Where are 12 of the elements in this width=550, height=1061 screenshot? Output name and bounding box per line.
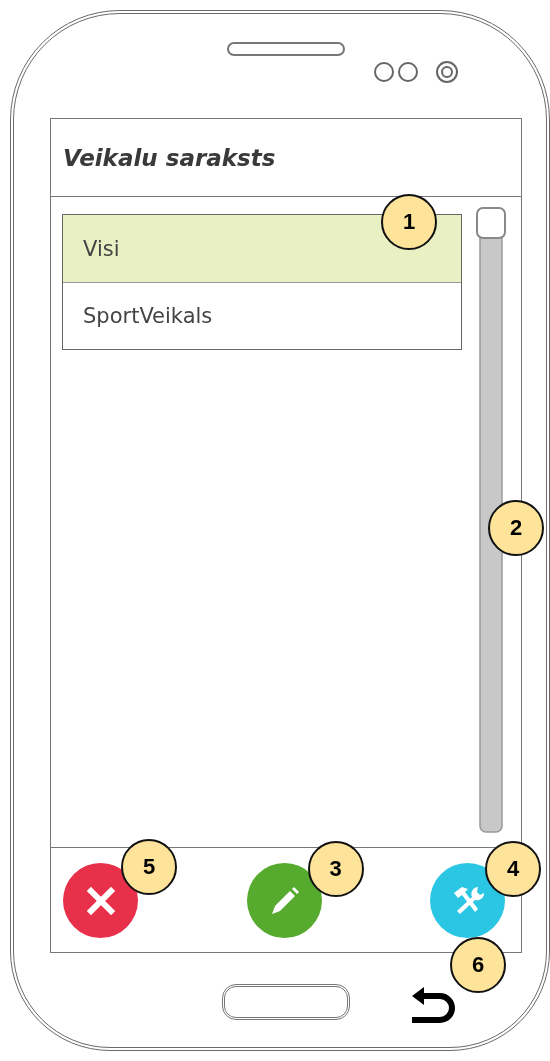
sensor-icon — [397, 61, 419, 83]
screen-title: Veikalu saraksts — [63, 144, 276, 171]
home-button[interactable] — [222, 984, 350, 1020]
list-item[interactable]: SportVeikals — [63, 282, 461, 349]
scrollbar[interactable] — [475, 205, 507, 835]
callout-badge: 4 — [485, 841, 541, 897]
callout-badge: 5 — [121, 839, 177, 895]
sensor-icon — [373, 61, 395, 83]
callout-badge: 3 — [307, 841, 364, 897]
callout-badge: 2 — [488, 500, 544, 556]
callout-badge: 6 — [450, 937, 506, 993]
camera-icon — [435, 60, 459, 84]
